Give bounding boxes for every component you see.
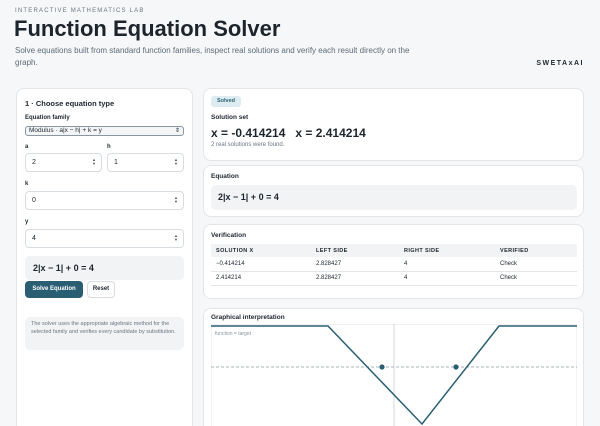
table-row: 2.414214 2.828427 4 Check <box>211 271 577 286</box>
plot-legend: function = target <box>215 331 252 337</box>
param-y-label: y <box>25 219 29 225</box>
brand-logo: SWETAxAI <box>536 60 584 67</box>
param-h-label: h <box>107 144 111 150</box>
family-select[interactable]: Modulus · a|x − h| + k = y ⇕ <box>25 126 184 136</box>
verification-card: Verification SOLUTION X LEFT SIDE RIGHT … <box>203 224 584 299</box>
param-y-value: 4 <box>32 235 36 242</box>
table-cell: Check <box>495 257 577 272</box>
table-cell: 4 <box>399 271 495 286</box>
table-cell: Check <box>495 271 577 286</box>
param-k-label: k <box>25 181 29 187</box>
param-a-label: a <box>25 144 29 150</box>
stepper-icon[interactable]: ▲ ▼ <box>173 196 179 205</box>
solution-point[interactable] <box>379 364 385 370</box>
column-header: SOLUTION X <box>211 244 311 257</box>
solution-count: 2 real solutions were found. <box>211 142 285 148</box>
controls-section-title: 1 · Choose equation type <box>25 99 115 108</box>
verification-title: Verification <box>211 232 247 239</box>
column-header: VERIFIED <box>495 244 577 257</box>
solution-card: Solved Solution set x = -0.414214 x = 2.… <box>203 88 584 161</box>
equation-value: 2|x − 1| + 0 = 4 <box>211 185 577 210</box>
param-y-input[interactable]: 4 ▲ ▼ <box>25 229 184 248</box>
equation-title: Equation <box>211 173 239 180</box>
solution-title: Solution set <box>211 114 249 121</box>
column-header: RIGHT SIDE <box>399 244 495 257</box>
family-label: Equation family <box>25 115 70 121</box>
table-cell: 2.414214 <box>211 271 311 286</box>
reset-button[interactable]: Reset <box>87 281 115 298</box>
param-a-value: 2 <box>32 159 36 166</box>
solution-value: x = -0.414214 x = 2.414214 <box>211 126 366 140</box>
table-row: −0.414214 2.828427 4 Check <box>211 257 577 272</box>
table-cell: 2.828427 <box>311 271 399 286</box>
solve-button[interactable]: Solve Equation <box>25 281 83 298</box>
graph-plot[interactable]: function = target <box>211 324 577 426</box>
table-cell: −0.414214 <box>211 257 311 272</box>
chevron-updown-icon: ⇕ <box>174 128 180 134</box>
controls-panel: 1 · Choose equation type Equation family… <box>16 88 193 426</box>
stepper-icon[interactable]: ▲ ▼ <box>91 158 97 167</box>
equation-preview: 2|x − 1| + 0 = 4 <box>25 256 184 280</box>
table-cell: 2.828427 <box>311 257 399 272</box>
page-subtitle: Solve equations built from standard func… <box>15 46 410 67</box>
param-k-value: 0 <box>32 197 36 204</box>
stepper-icon[interactable]: ▲ ▼ <box>173 158 179 167</box>
graph-card: Graphical interpretation function = targ… <box>203 308 584 426</box>
verification-table: SOLUTION X LEFT SIDE RIGHT SIDE VERIFIED… <box>211 244 577 286</box>
page-title: Function Equation Solver <box>14 16 281 41</box>
param-h-input[interactable]: 1 ▲ ▼ <box>107 153 184 172</box>
eyebrow-label: INTERACTIVE MATHEMATICS LAB <box>15 8 145 14</box>
stepper-icon[interactable]: ▲ ▼ <box>173 234 179 243</box>
equation-card: Equation 2|x − 1| + 0 = 4 <box>203 165 584 217</box>
family-select-value: Modulus · a|x − h| + k = y <box>29 127 102 134</box>
status-badge: Solved <box>211 96 242 107</box>
param-k-input[interactable]: 0 ▲ ▼ <box>25 191 184 210</box>
param-h-value: 1 <box>114 159 118 166</box>
table-cell: 4 <box>399 257 495 272</box>
param-a-input[interactable]: 2 ▲ ▼ <box>25 153 102 172</box>
solution-point[interactable] <box>453 364 459 370</box>
solver-note: The solver uses the appropriate algebrai… <box>25 317 184 350</box>
column-header: LEFT SIDE <box>311 244 399 257</box>
graph-title: Graphical interpretation <box>211 314 285 321</box>
